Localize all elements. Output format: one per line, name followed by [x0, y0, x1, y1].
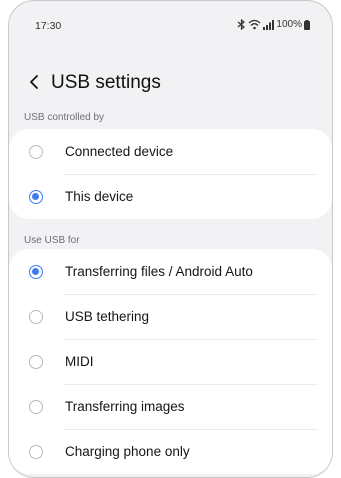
- section-label-use-for: Use USB for: [24, 235, 80, 246]
- section-label-controlled-by: USB controlled by: [24, 112, 105, 123]
- option-transferring-files[interactable]: Transferring files / Android Auto: [9, 249, 332, 294]
- status-time: 17:30: [35, 20, 62, 32]
- use-for-card: Transferring files / Android Auto USB te…: [9, 249, 332, 474]
- radio-midi[interactable]: [29, 354, 43, 369]
- signal-icon: [263, 19, 275, 30]
- option-label: Connected device: [65, 144, 174, 159]
- back-button[interactable]: [19, 65, 49, 99]
- status-icons: 100%: [237, 19, 310, 30]
- header: USB settings: [9, 65, 332, 101]
- controlled-by-card: Connected device This device: [9, 129, 332, 219]
- bluetooth-icon: [237, 19, 246, 30]
- option-transferring-images[interactable]: Transferring images: [9, 384, 332, 429]
- option-label: This device: [65, 189, 134, 204]
- option-this-device[interactable]: This device: [9, 174, 332, 219]
- radio-transferring-images[interactable]: [29, 399, 43, 414]
- option-label: Transferring images: [65, 399, 185, 414]
- wifi-icon: [248, 19, 261, 30]
- option-charging-only[interactable]: Charging phone only: [9, 429, 332, 474]
- option-label: Transferring files / Android Auto: [65, 264, 253, 279]
- radio-transferring-files[interactable]: [29, 264, 43, 279]
- chevron-left-icon: [30, 75, 38, 89]
- radio-usb-tethering[interactable]: [29, 309, 43, 324]
- option-label: Charging phone only: [65, 444, 190, 459]
- option-label: USB tethering: [65, 309, 150, 324]
- phone-screen: 17:30 100% USB settings USB controlled b…: [8, 0, 333, 478]
- option-usb-tethering[interactable]: USB tethering: [9, 294, 332, 339]
- status-bar: 17:30 100%: [9, 1, 332, 43]
- radio-charging-only[interactable]: [29, 444, 43, 459]
- page-title: USB settings: [51, 72, 161, 93]
- option-midi[interactable]: MIDI: [9, 339, 332, 384]
- battery-icon: [304, 19, 310, 30]
- radio-connected-device[interactable]: [29, 144, 43, 159]
- option-connected-device[interactable]: Connected device: [9, 129, 332, 174]
- option-label: MIDI: [65, 354, 94, 369]
- battery-text: 100%: [276, 19, 302, 30]
- radio-this-device[interactable]: [29, 189, 43, 204]
